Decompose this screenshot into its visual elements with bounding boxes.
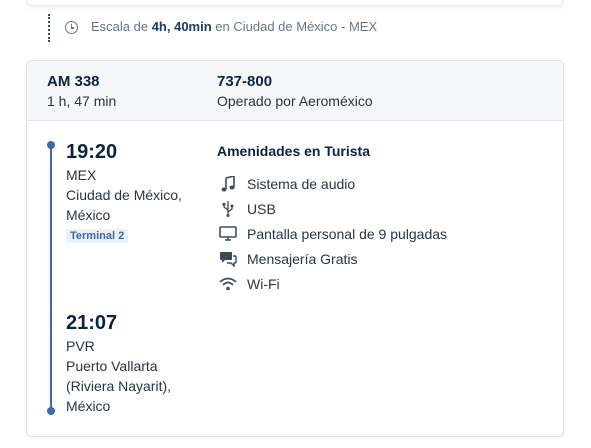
amenities-list: Sistema de audio USB Pantalla personal d… [217, 171, 447, 296]
arrival-dot [47, 407, 55, 415]
timeline-line [50, 145, 52, 411]
amenity-label: USB [247, 200, 276, 217]
operator: Operado por Aeroméxico [217, 93, 373, 109]
departure-city: Ciudad de México, [66, 187, 182, 203]
layover-dotted-line [48, 14, 50, 42]
arrival-code: PVR [66, 338, 95, 354]
aircraft-model: 737-800 [217, 73, 273, 90]
monitor-icon [217, 225, 239, 243]
amenity-screen: Pantalla personal de 9 pulgadas [217, 221, 447, 246]
arrival-region: (Riviera Nayarit), [66, 378, 172, 394]
flight-duration: 1 h, 47 min [47, 93, 117, 109]
amenity-messaging: Mensajería Gratis [217, 246, 447, 271]
departure-country: México [66, 207, 111, 223]
arrival-time: 21:07 [66, 312, 118, 334]
layover-duration: 4h, 40min [151, 19, 212, 34]
amenity-label: Sistema de audio [247, 175, 356, 192]
flight-segment-card: AM 338 1 h, 47 min 737-800 Operado por A… [26, 60, 564, 437]
layover-prefix: Escala de [91, 19, 152, 34]
departure-code: MEX [66, 167, 97, 183]
previous-card-edge [26, 0, 564, 6]
amenity-audio: Sistema de audio [217, 171, 447, 196]
departure-dot [47, 141, 55, 149]
terminal-badge: Terminal 2 [66, 229, 129, 243]
usb-icon [217, 200, 239, 218]
arrival-city: Puerto Vallarta [66, 358, 158, 374]
amenity-label: Wi-Fi [247, 275, 280, 292]
chat-icon [217, 250, 239, 268]
amenity-label: Mensajería Gratis [247, 250, 358, 267]
wifi-icon [217, 275, 239, 293]
departure-time: 19:20 [66, 141, 118, 163]
clock-icon [65, 21, 78, 34]
amenities-title: Amenidades en Turista [217, 143, 371, 159]
amenity-label: Pantalla personal de 9 pulgadas [247, 225, 448, 242]
amenity-usb: USB [217, 196, 447, 221]
arrival-country: México [66, 398, 111, 414]
layover-text: Escala de 4h, 40min en Ciudad de México … [91, 19, 377, 34]
layover-location: en Ciudad de México - MEX [211, 19, 378, 34]
music-note-icon [217, 175, 239, 193]
amenity-wifi: Wi-Fi [217, 271, 447, 296]
flight-number: AM 338 [47, 73, 100, 90]
segment-header: AM 338 1 h, 47 min 737-800 Operado por A… [27, 61, 563, 121]
